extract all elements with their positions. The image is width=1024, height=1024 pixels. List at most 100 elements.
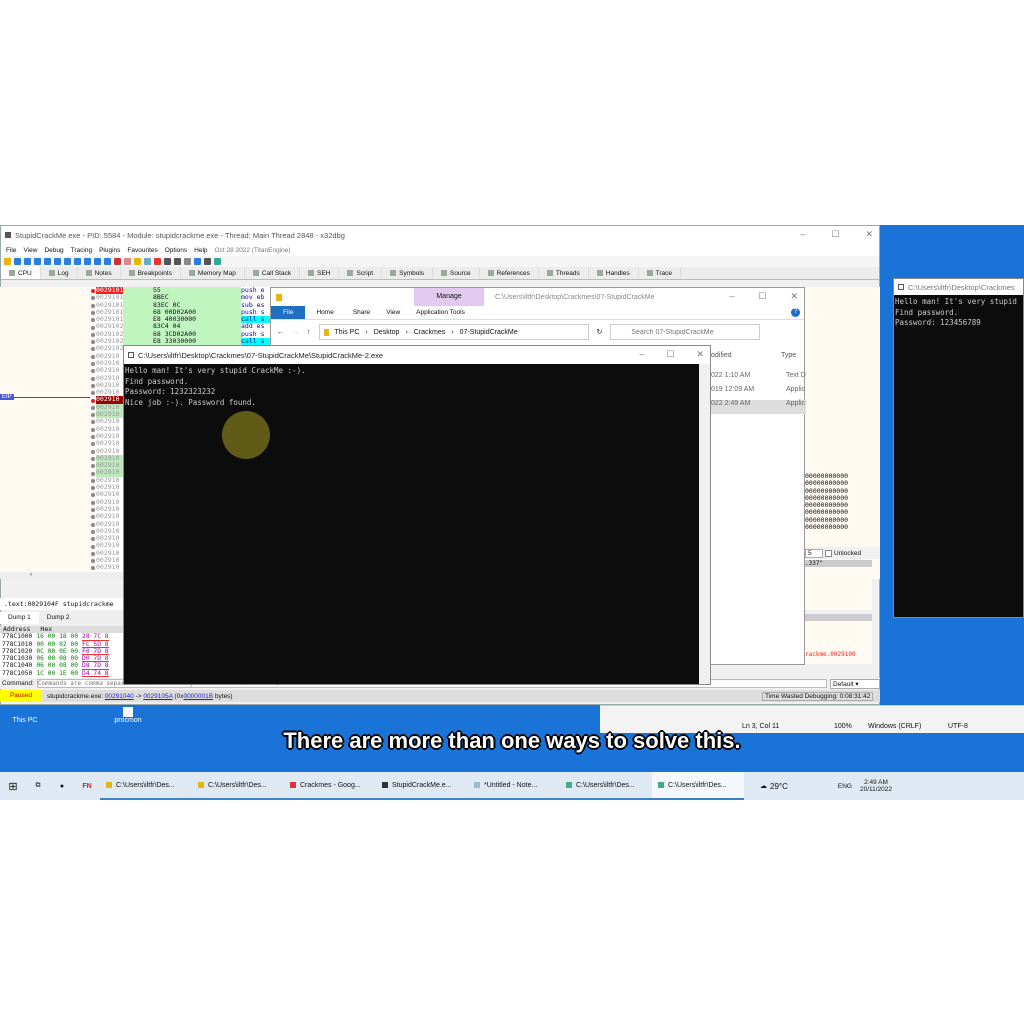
breakpoint-dot[interactable] xyxy=(91,566,95,571)
dump-row[interactable]: 778C1010 00 00 02 00 FC 5D 8 xyxy=(0,641,123,648)
toolbar-icon[interactable] xyxy=(184,258,191,265)
toolbar-icon[interactable] xyxy=(14,258,21,265)
back-button[interactable]: ← xyxy=(277,329,284,336)
breakpoint-dot[interactable] xyxy=(91,340,95,345)
desktop-icon-procmon[interactable]: procmon xyxy=(108,707,148,724)
toolbar-icon[interactable] xyxy=(4,258,11,265)
tab-dump-2[interactable]: Dump 2 xyxy=(39,612,78,624)
tab-handles[interactable]: Handles xyxy=(589,267,639,279)
toolbar-icon[interactable] xyxy=(134,258,141,265)
toolbar-icon[interactable] xyxy=(54,258,61,265)
refresh-button[interactable]: ↻ xyxy=(597,328,603,336)
breakpoint-dot[interactable] xyxy=(91,420,95,425)
toolbar-icon[interactable] xyxy=(204,258,211,265)
ribbon-file[interactable]: File xyxy=(271,306,306,319)
breakpoint-dot[interactable] xyxy=(91,362,95,366)
breakpoint-dot[interactable] xyxy=(91,427,95,432)
breakpoint-dot[interactable] xyxy=(91,559,95,564)
maximize-button[interactable]: ☐ xyxy=(666,349,674,360)
breakpoint-dot[interactable] xyxy=(91,537,95,542)
taskbar-item[interactable]: C:\Users\iltfr\Des... xyxy=(560,772,652,800)
toolbar-icon[interactable] xyxy=(114,258,121,265)
breakpoint-dot[interactable] xyxy=(91,551,95,556)
menu-debug[interactable]: Debug xyxy=(44,247,63,254)
column-date-modified[interactable]: odified xyxy=(711,352,732,359)
tab-log[interactable]: Log xyxy=(41,267,78,279)
task-view-icon[interactable]: ⧉ xyxy=(26,782,50,790)
disasm-address[interactable]: 002910 xyxy=(96,563,123,571)
breakpoint-dot[interactable] xyxy=(91,442,95,447)
breakpoint-dot[interactable] xyxy=(91,456,95,461)
help-icon[interactable]: ? xyxy=(791,308,800,317)
breadcrumb-folder[interactable]: 07-StupidCrackMe xyxy=(460,329,518,336)
menu-options[interactable]: Options xyxy=(165,247,187,254)
unlocked-checkbox[interactable] xyxy=(825,549,832,557)
breakpoint-dot[interactable] xyxy=(91,398,95,403)
tab-references[interactable]: References xyxy=(480,267,539,279)
file-row[interactable]: 022 2:49 AM Applic xyxy=(703,400,806,414)
toolbar-icon[interactable] xyxy=(74,258,81,265)
tab-source[interactable]: Source xyxy=(433,267,480,279)
toolbar-icon[interactable] xyxy=(94,258,101,265)
ribbon-home[interactable]: Home xyxy=(305,309,344,316)
taskbar-item[interactable]: *Untitled - Note... xyxy=(468,772,560,800)
menu-file[interactable]: File xyxy=(6,247,16,254)
breakpoint-dot[interactable] xyxy=(91,486,95,491)
status-to-link[interactable]: 0029105A xyxy=(143,693,172,700)
breakpoint-dot[interactable] xyxy=(91,449,95,454)
breakpoint-dot[interactable] xyxy=(91,318,95,323)
breakpoint-dot[interactable] xyxy=(91,325,95,330)
tab-threads[interactable]: Threads xyxy=(539,267,589,279)
breakpoint-dot[interactable] xyxy=(91,493,95,498)
breakpoint-dot[interactable] xyxy=(91,515,95,520)
tab-notes[interactable]: Notes xyxy=(78,267,121,279)
dump-row[interactable]: 778C1000 16 00 18 00 28 7C 8 xyxy=(0,633,123,641)
breakpoint-dot[interactable] xyxy=(91,529,95,534)
tab-dump-1[interactable]: Dump 1 xyxy=(0,612,39,624)
breadcrumb-desktop[interactable]: Desktop xyxy=(374,329,400,336)
scrollbar[interactable] xyxy=(699,364,710,684)
breakpoint-dot[interactable] xyxy=(91,310,95,315)
ribbon-view[interactable]: View xyxy=(378,309,408,316)
column-type[interactable]: Type xyxy=(781,352,821,359)
toolbar-icon[interactable] xyxy=(24,258,31,265)
status-size-link[interactable]: 0000001B xyxy=(183,693,213,700)
menu-help[interactable]: Help xyxy=(194,247,207,254)
tab-call-stack[interactable]: Call Stack xyxy=(245,267,301,279)
dump-view[interactable]: Address Hex 778C1000 16 00 18 00 28 7C 8 778… xyxy=(0,625,123,678)
breakpoint-dot[interactable] xyxy=(91,405,95,410)
breakpoint-dot[interactable] xyxy=(91,508,95,512)
breakpoint-dot[interactable] xyxy=(91,347,95,352)
toolbar-icon[interactable] xyxy=(154,258,161,265)
toolbar-icon[interactable] xyxy=(64,258,71,265)
breadcrumb-crackmes[interactable]: Crackmes xyxy=(414,329,446,336)
horizontal-scrollbar[interactable]: ‹ xyxy=(0,572,123,579)
close-button[interactable]: ✕ xyxy=(696,349,704,360)
menu-tracing[interactable]: Tracing xyxy=(71,247,92,254)
clock[interactable]: 2:49 AM 20/11/2022 xyxy=(860,779,892,793)
tab-cpu[interactable]: CPU xyxy=(1,267,41,279)
dump-row[interactable]: 778C1030 06 00 08 00 D0 7D 8 xyxy=(0,655,123,663)
breakpoint-dot[interactable] xyxy=(91,383,95,388)
maximize-button[interactable]: ☐ xyxy=(758,291,766,302)
taskbar-item[interactable]: C:\Users\iltfr\Des... xyxy=(652,772,744,800)
breakpoint-dot[interactable] xyxy=(91,471,95,476)
status-from-link[interactable]: 00291040 xyxy=(105,693,134,700)
minimize-button[interactable]: – xyxy=(729,291,734,302)
breakpoint-dot[interactable] xyxy=(91,289,95,293)
tab-breakpoints[interactable]: Breakpoints xyxy=(121,267,181,279)
ribbon-share[interactable]: Share xyxy=(345,309,378,316)
file-row[interactable]: 019 12:09 AM Applic xyxy=(703,386,806,400)
tab-script[interactable]: Script xyxy=(339,267,383,279)
menu-plugins[interactable]: Plugins xyxy=(99,247,120,254)
tab-memory-map[interactable]: Memory Map xyxy=(181,267,245,279)
desktop-icon-this-pc[interactable]: This PC xyxy=(10,705,40,724)
forward-button[interactable]: → xyxy=(292,329,299,336)
weather-temp[interactable]: 29°C xyxy=(770,782,788,791)
toolbar-icon[interactable] xyxy=(164,258,171,265)
breakpoint-dot[interactable] xyxy=(91,296,95,301)
address-bar[interactable]: This PC › Desktop › Crackmes › 07-StupidCrackM… xyxy=(318,324,589,340)
default-select[interactable]: Default ▾ xyxy=(830,678,880,689)
toolbar-icon[interactable] xyxy=(84,258,91,265)
breadcrumb-this-pc[interactable]: This PC xyxy=(335,329,360,336)
